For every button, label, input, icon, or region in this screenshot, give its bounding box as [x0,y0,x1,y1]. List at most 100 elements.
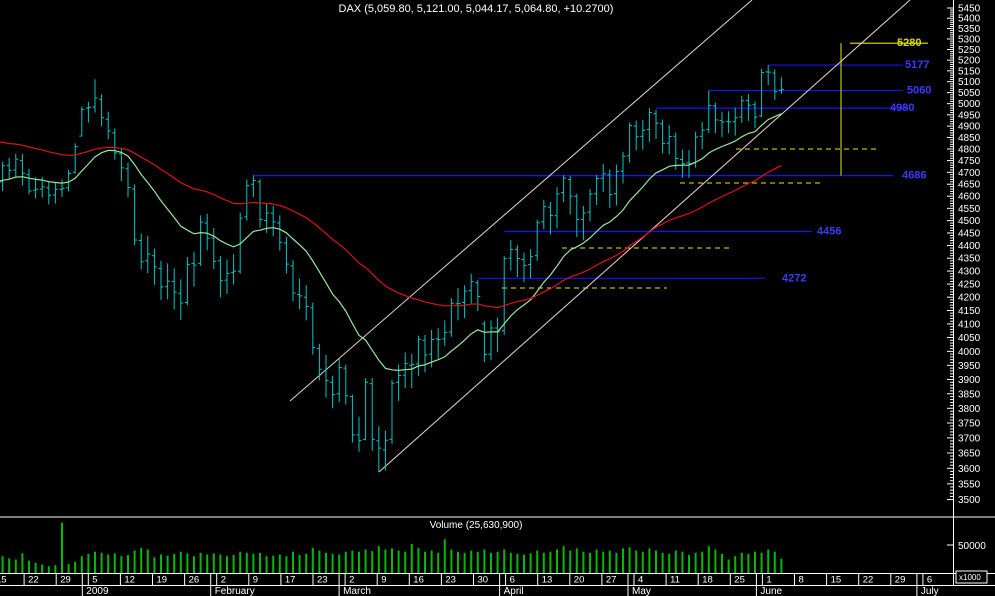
ohlc-bar [475,280,481,312]
ohlc-bar [99,94,105,127]
ohlc-bar [646,108,652,142]
price-tick-label: 5450 [958,4,981,15]
ohlc-bar [594,175,600,205]
ohlc-bar [363,378,369,441]
level-label-4686: 4686 [902,170,926,182]
ohlc-bar [600,163,606,193]
ohlc-bar [0,161,6,191]
price-tick-label: 4650 [958,180,981,191]
week-label: 16 [413,575,424,586]
ohlc-bar [211,228,217,270]
week-label: 6 [927,575,932,586]
week-label: 2 [221,575,226,586]
ohlc-bar [739,95,745,123]
ohlc-bar [310,302,316,355]
week-label: 6 [510,575,515,586]
price-tick-label: 4500 [958,216,981,227]
ohlc-bar [79,106,85,137]
ohlc-bar [468,273,474,304]
trendline-0[interactable] [289,0,753,402]
week-label: 8 [799,575,804,586]
ohlc-bar [323,354,329,398]
ohlc-bar [712,102,718,134]
week-label: 29 [895,575,906,586]
week-label: 9 [253,575,258,586]
month-label: June [760,586,782,596]
price-tick-label: 3900 [958,375,981,386]
dax-chart: 5280517750604980468644564272 35003550360… [0,0,995,596]
ohlc-bar [92,79,98,113]
ohlc-bar [765,65,771,86]
price-tick-label: 4250 [958,280,981,291]
week-label: 13 [542,575,553,586]
ohlc-bar [376,426,382,473]
ohlc-bar [198,215,204,266]
ohlc-bar [633,120,639,151]
ohlc-bar [528,249,534,279]
week-label: 20 [574,575,585,586]
ohlc-bar [495,317,501,353]
ohlc-bar [653,109,659,140]
slow-ema-line [0,141,782,309]
moving-averages [0,113,782,372]
ohlc-bar [132,184,138,246]
week-label: 25 [734,575,745,586]
week-label: 23 [445,575,456,586]
level-label-4980: 4980 [890,102,914,114]
ohlc-bar [534,219,540,261]
price-tick-label: 5000 [958,99,981,110]
ohlc-bar [178,279,184,320]
ohlc-bar [356,416,362,452]
level-label-5280: 5280 [897,37,921,49]
ohlc-bar [732,107,738,136]
price-tick-label: 4750 [958,156,981,167]
week-label: 4 [638,575,643,586]
price-tick-label: 5200 [958,56,981,67]
price-tick-label: 4550 [958,204,981,215]
ohlc-bar [151,248,157,285]
ohlc-bar [666,125,672,155]
week-label: 2 [349,575,354,586]
ohlc-bar [726,111,732,134]
month-label: March [343,586,371,596]
fast-ema-line [0,113,782,372]
price-tick-label: 4700 [958,168,981,179]
ohlc-bar [112,128,118,160]
dashed-target-lines[interactable] [502,148,880,289]
week-label: 22 [863,575,874,586]
ohlc-bar [706,90,712,133]
month-label: May [632,586,651,596]
ohlc-bar [85,101,91,123]
ohlc-bar [409,354,415,389]
price-tick-label: 5150 [958,66,981,77]
ohlc-bar [699,122,705,150]
ohlc-bar [165,263,171,300]
ohlc-bar [26,168,32,195]
chart-title: DAX (5,059.80, 5,121.00, 5,044.17, 5,064… [339,3,614,15]
week-label: 15 [831,575,842,586]
week-label: 22 [28,575,39,586]
price-tick-label: 3950 [958,361,981,372]
ohlc-bar [389,379,395,444]
ohlc-bar [231,254,237,285]
ohlc-bar [673,132,679,170]
ohlc-bar [514,245,520,278]
support-resistance-lines[interactable] [253,42,928,279]
ohlc-bar [6,157,12,180]
ohlc-bar [778,77,784,94]
price-tick-label: 4350 [958,254,981,265]
ohlc-bar [290,260,296,302]
ohlc-bar [343,364,349,405]
week-label: 29 [60,575,71,586]
ohlc-bar [554,187,560,229]
week-label: 19 [157,575,168,586]
ohlc-bar [627,122,633,163]
price-tick-label: 3550 [958,479,981,490]
ohlc-bar [448,298,454,337]
week-label: 26 [189,575,200,586]
ohlc-bar [349,394,355,443]
price-tick-label: 4800 [958,144,981,155]
ohlc-bar [330,375,336,409]
chart-window: 5280 5177 5060 4980 4686 4456 4272 3500 3550 360… [0,0,995,596]
week-label: 30 [478,575,489,586]
